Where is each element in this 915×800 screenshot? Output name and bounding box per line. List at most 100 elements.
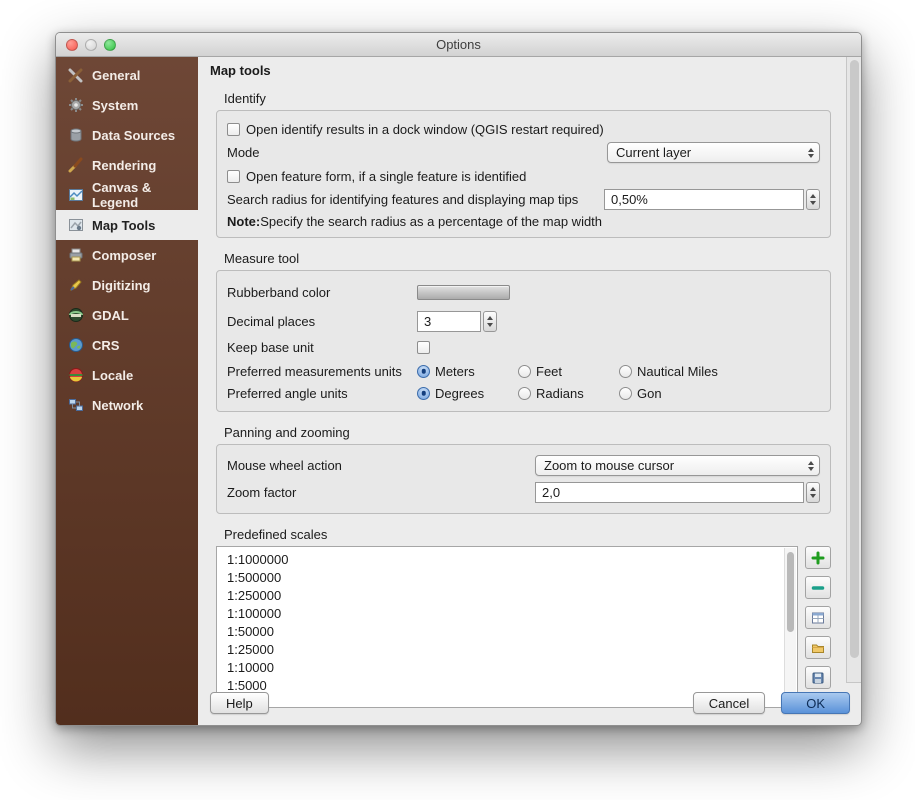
units-meters-label: Meters <box>435 364 475 379</box>
search-radius-input[interactable]: 0,50% <box>604 189 804 210</box>
content-scrollbar-thumb[interactable] <box>850 60 859 658</box>
angle-degrees-label: Degrees <box>435 386 484 401</box>
remove-scale-button[interactable] <box>805 576 831 599</box>
note-prefix: Note: <box>227 214 260 229</box>
scales-list[interactable]: 1:1000000 1:500000 1:250000 1:100000 1:5… <box>216 546 798 708</box>
decimal-places-row: Decimal places 3 <box>227 307 820 335</box>
scale-item[interactable]: 1:1000000 <box>227 551 797 569</box>
scale-item[interactable]: 1:50000 <box>227 623 797 641</box>
titlebar[interactable]: Options <box>56 33 861 57</box>
panning-group: Mouse wheel action Zoom to mouse cursor … <box>216 444 831 514</box>
plus-icon <box>811 551 825 565</box>
measure-units-row: Preferred measurements units Meters Feet… <box>227 360 820 382</box>
keep-base-checkbox[interactable] <box>417 341 430 354</box>
sidebar-item-locale[interactable]: Locale <box>56 360 198 390</box>
sidebar-item-composer[interactable]: Composer <box>56 240 198 270</box>
zoom-factor-value: 2,0 <box>542 485 560 500</box>
feature-form-row: Open feature form, if a single feature i… <box>227 165 820 187</box>
composer-icon <box>68 247 84 263</box>
rubberband-color-button[interactable] <box>417 285 510 300</box>
scale-item[interactable]: 1:100000 <box>227 605 797 623</box>
load-scales-button[interactable] <box>805 636 831 659</box>
units-nautical-option[interactable]: Nautical Miles <box>619 364 718 379</box>
zoom-factor-stepper[interactable] <box>806 482 820 503</box>
mouse-wheel-label: Mouse wheel action <box>227 458 529 473</box>
decimal-places-value: 3 <box>424 314 431 329</box>
rubberband-row: Rubberband color <box>227 278 820 307</box>
sidebar-item-digitizing[interactable]: Digitizing <box>56 270 198 300</box>
scale-item[interactable]: 1:25000 <box>227 641 797 659</box>
units-feet-option[interactable]: Feet <box>518 364 619 379</box>
units-meters-option[interactable]: Meters <box>417 364 518 379</box>
dock-window-label: Open identify results in a dock window (… <box>246 122 604 137</box>
mode-dropdown[interactable]: Current layer <box>607 142 820 163</box>
measure-section-label: Measure tool <box>224 251 861 266</box>
decimal-places-input[interactable]: 3 <box>417 311 481 332</box>
mouse-wheel-value: Zoom to mouse cursor <box>544 458 674 473</box>
feature-form-checkbox[interactable] <box>227 170 240 183</box>
angle-gon-label: Gon <box>637 386 662 401</box>
angle-degrees-option[interactable]: Degrees <box>417 386 518 401</box>
sidebar-item-label: Canvas & Legend <box>92 180 198 210</box>
footer: Help Cancel OK <box>210 692 850 714</box>
cancel-button[interactable]: Cancel <box>693 692 765 714</box>
identify-section-label: Identify <box>224 91 861 106</box>
sidebar-item-gdal[interactable]: GDAL <box>56 300 198 330</box>
close-window-button[interactable] <box>66 39 78 51</box>
crs-icon <box>68 337 84 353</box>
angle-units-row: Preferred angle units Degrees Radians Go… <box>227 382 820 404</box>
zoom-factor-spin: 2,0 <box>535 482 820 503</box>
sidebar-item-label: CRS <box>92 338 119 353</box>
radio-icon <box>619 387 632 400</box>
search-radius-stepper[interactable] <box>806 189 820 210</box>
system-icon <box>68 97 84 113</box>
default-scales-button[interactable] <box>805 606 831 629</box>
zoom-window-button[interactable] <box>104 39 116 51</box>
data-sources-icon <box>68 127 84 143</box>
help-button[interactable]: Help <box>210 692 269 714</box>
zoom-factor-row: Zoom factor 2,0 <box>227 479 820 506</box>
ok-button[interactable]: OK <box>781 692 850 714</box>
options-window: Options General System Data Sources <box>55 32 862 726</box>
radio-icon <box>619 365 632 378</box>
sidebar-item-general[interactable]: General <box>56 60 198 90</box>
add-scale-button[interactable] <box>805 546 831 569</box>
scales-scrollbar-thumb[interactable] <box>787 552 794 632</box>
sidebar-item-rendering[interactable]: Rendering <box>56 150 198 180</box>
map-tools-icon <box>68 217 84 233</box>
mouse-wheel-dropdown[interactable]: Zoom to mouse cursor <box>535 455 820 476</box>
scale-item[interactable]: 1:500000 <box>227 569 797 587</box>
sidebar-item-canvas-legend[interactable]: Canvas & Legend <box>56 180 198 210</box>
sidebar-item-system[interactable]: System <box>56 90 198 120</box>
minimize-window-button[interactable] <box>85 39 97 51</box>
sidebar-item-data-sources[interactable]: Data Sources <box>56 120 198 150</box>
minus-icon <box>811 581 825 595</box>
angle-radians-option[interactable]: Radians <box>518 386 619 401</box>
scales-scrollbar[interactable] <box>784 548 796 706</box>
folder-icon <box>811 641 825 655</box>
zoom-factor-input[interactable]: 2,0 <box>535 482 804 503</box>
radio-icon <box>518 365 531 378</box>
dock-window-row: Open identify results in a dock window (… <box>227 118 820 140</box>
content-scrollbar[interactable] <box>846 57 861 683</box>
save-scales-button[interactable] <box>805 666 831 689</box>
units-nautical-label: Nautical Miles <box>637 364 718 379</box>
mode-row: Mode Current layer <box>227 140 820 165</box>
decimal-places-stepper[interactable] <box>483 311 497 332</box>
feature-form-label: Open feature form, if a single feature i… <box>246 169 526 184</box>
sidebar-item-label: Map Tools <box>92 218 155 233</box>
scale-item[interactable]: 1:10000 <box>227 659 797 677</box>
rendering-icon <box>68 157 84 173</box>
desktop: Options General System Data Sources <box>0 0 915 800</box>
dock-window-checkbox[interactable] <box>227 123 240 136</box>
angle-gon-option[interactable]: Gon <box>619 386 662 401</box>
sidebar-item-map-tools[interactable]: Map Tools <box>56 210 198 240</box>
radio-icon <box>417 387 430 400</box>
scale-item[interactable]: 1:250000 <box>227 587 797 605</box>
sidebar-item-label: Digitizing <box>92 278 151 293</box>
mode-label: Mode <box>227 145 260 160</box>
sidebar-item-network[interactable]: Network <box>56 390 198 420</box>
sidebar-item-crs[interactable]: CRS <box>56 330 198 360</box>
identify-group: Open identify results in a dock window (… <box>216 110 831 238</box>
help-button-label: Help <box>226 696 253 711</box>
